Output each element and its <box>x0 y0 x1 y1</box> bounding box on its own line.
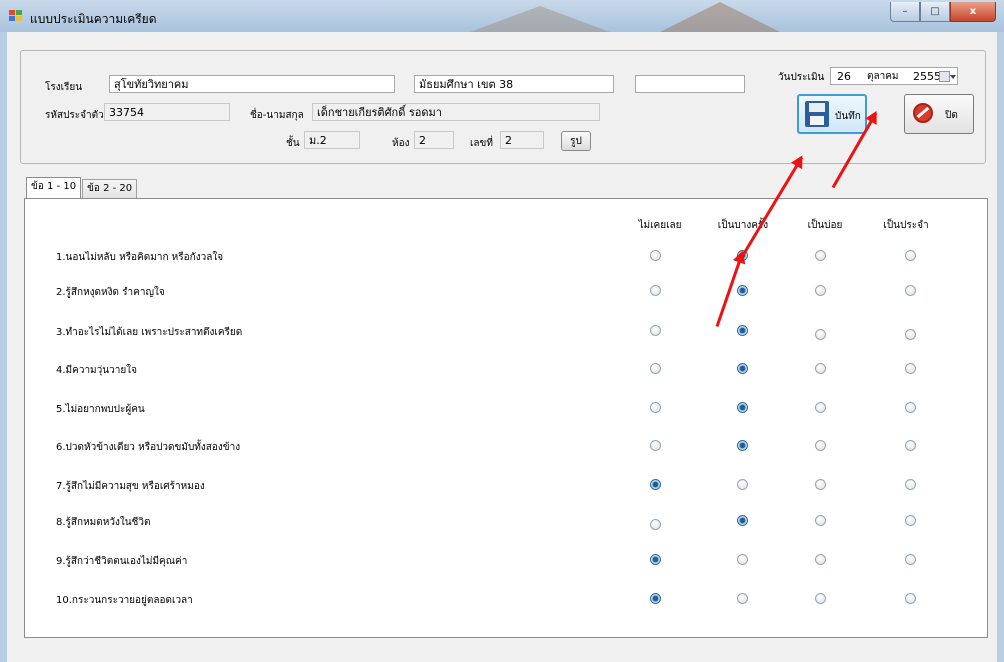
close-button-label: ปิด <box>945 110 958 121</box>
number-field[interactable]: 2 <box>500 131 544 149</box>
prohibited-icon <box>913 103 933 123</box>
answer-radio[interactable] <box>737 515 748 526</box>
column-header-always: เป็นประจำ <box>883 220 929 231</box>
answer-radio[interactable] <box>815 329 826 340</box>
answer-radio[interactable] <box>815 250 826 261</box>
answer-radio[interactable] <box>650 363 661 374</box>
save-button[interactable]: บันทึก <box>797 94 867 134</box>
number-label: เลขที่ <box>470 138 493 149</box>
school-input[interactable]: สุโขทัยวิทยาคม <box>109 75 395 93</box>
room-field[interactable]: 2 <box>414 131 454 149</box>
answer-radio[interactable] <box>650 325 661 336</box>
question-label: 10.กระวนกระวายอยู่ตลอดเวลา <box>56 595 193 606</box>
answer-radio[interactable] <box>737 554 748 565</box>
answer-radio[interactable] <box>905 363 916 374</box>
question-label: 8.รู้สึกหมดหวังในชีวิต <box>56 517 151 528</box>
class-field[interactable]: ม.2 <box>304 131 360 149</box>
answer-radio[interactable] <box>815 363 826 374</box>
minimize-button[interactable]: – <box>890 2 920 22</box>
name-field[interactable]: เด็กชายเกียรติศักดิ์ รอดมา <box>312 103 600 121</box>
question-label: 4.มีความวุ่นวายใจ <box>56 365 137 376</box>
answer-radio[interactable] <box>650 402 661 413</box>
answer-radio[interactable] <box>905 593 916 604</box>
answer-radio[interactable] <box>815 285 826 296</box>
answer-radio[interactable] <box>737 440 748 451</box>
question-label: 2.รู้สึกหงุดหงิด รำคาญใจ <box>56 287 165 298</box>
answer-radio[interactable] <box>737 402 748 413</box>
date-month: ตุลาคม <box>867 71 899 82</box>
answer-radio[interactable] <box>905 250 916 261</box>
question-label: 9.รู้สึกว่าชีวิตตนเองไม่มีคุณค่า <box>56 556 188 567</box>
question-label: 3.ทำอะไรไม่ได้เลย เพราะประสาทตึงเครียด <box>56 327 243 338</box>
answer-radio[interactable] <box>737 479 748 490</box>
answer-radio[interactable] <box>737 593 748 604</box>
chevron-down-icon <box>950 75 956 79</box>
close-button[interactable]: ปิด <box>904 94 974 134</box>
floppy-disk-icon <box>805 101 829 127</box>
answer-radio[interactable] <box>905 515 916 526</box>
answer-radio[interactable] <box>905 554 916 565</box>
answer-radio[interactable] <box>650 554 661 565</box>
date-label: วันประเมิน <box>778 72 825 83</box>
answer-radio[interactable] <box>737 363 748 374</box>
window-frame <box>0 32 7 662</box>
education-area-input[interactable]: มัธยมศึกษา เขต 38 <box>414 75 614 93</box>
window-title: แบบประเมินความเครียด <box>30 12 157 26</box>
answer-radio[interactable] <box>815 402 826 413</box>
answer-radio[interactable] <box>650 519 661 530</box>
photo-button[interactable]: รูป <box>561 131 591 151</box>
app-icon <box>9 10 23 22</box>
window-frame <box>997 32 1004 662</box>
answer-radio[interactable] <box>650 250 661 261</box>
extra-input[interactable] <box>635 75 745 93</box>
name-label: ชื่อ-นามสกุล <box>250 110 304 121</box>
maximize-button[interactable]: □ <box>920 2 950 22</box>
class-label: ชั้น <box>286 138 300 149</box>
column-header-sometimes: เป็นบางครั้ง <box>717 220 769 231</box>
answer-radio[interactable] <box>815 515 826 526</box>
answer-radio[interactable] <box>905 479 916 490</box>
answer-radio[interactable] <box>905 285 916 296</box>
question-label: 1.นอนไม่หลับ หรือคิดมาก หรือกังวลใจ <box>56 252 224 263</box>
tab-questions-2-20[interactable]: ข้อ 2 - 20 <box>82 179 138 198</box>
answer-radio[interactable] <box>650 440 661 451</box>
student-id-field[interactable]: 33754 <box>104 103 230 121</box>
answer-radio[interactable] <box>650 285 661 296</box>
question-tabs: ข้อ 1 - 10 ข้อ 2 - 20 <box>26 177 138 199</box>
answer-radio[interactable] <box>737 285 748 296</box>
window-controls: – □ x <box>890 2 996 22</box>
save-button-label: บันทึก <box>835 111 861 122</box>
app-window: แบบประเมินความเครียด – □ x โรงเรียน สุโข… <box>0 0 1004 662</box>
question-label: 5.ไม่อยากพบปะผู้คน <box>56 404 145 415</box>
tab-questions-1-10[interactable]: ข้อ 1 - 10 <box>26 177 82 199</box>
titlebar-decoration <box>660 2 780 32</box>
answer-radio[interactable] <box>905 329 916 340</box>
school-label: โรงเรียน <box>45 82 83 93</box>
answer-radio[interactable] <box>650 593 661 604</box>
column-header-never: ไม่เคยเลย <box>638 220 682 231</box>
column-header-often: เป็นบ่อย <box>807 220 843 231</box>
title-bar[interactable]: แบบประเมินความเครียด – □ x <box>0 0 1004 33</box>
student-id-label: รหัสประจำตัว <box>45 110 104 121</box>
answer-radio[interactable] <box>905 402 916 413</box>
date-picker[interactable]: 26 ตุลาคม 2555 <box>830 67 958 85</box>
answer-radio[interactable] <box>737 325 748 336</box>
date-year: 2555 <box>913 70 941 83</box>
answer-radio[interactable] <box>815 440 826 451</box>
calendar-dropdown-icon[interactable] <box>939 71 950 82</box>
room-label: ห้อง <box>392 138 410 149</box>
answer-radio[interactable] <box>815 479 826 490</box>
answer-radio[interactable] <box>815 554 826 565</box>
answer-radio[interactable] <box>650 479 661 490</box>
close-window-button[interactable]: x <box>950 2 996 22</box>
date-day: 26 <box>837 70 851 83</box>
answer-radio[interactable] <box>815 593 826 604</box>
question-label: 7.รู้สึกไม่มีความสุข หรือเศร้าหมอง <box>56 481 205 492</box>
answer-radio[interactable] <box>905 440 916 451</box>
question-label: 6.ปวดหัวข้างเดียว หรือปวดขมับทั้งสองข้าง <box>56 442 241 453</box>
titlebar-decoration <box>470 6 610 32</box>
